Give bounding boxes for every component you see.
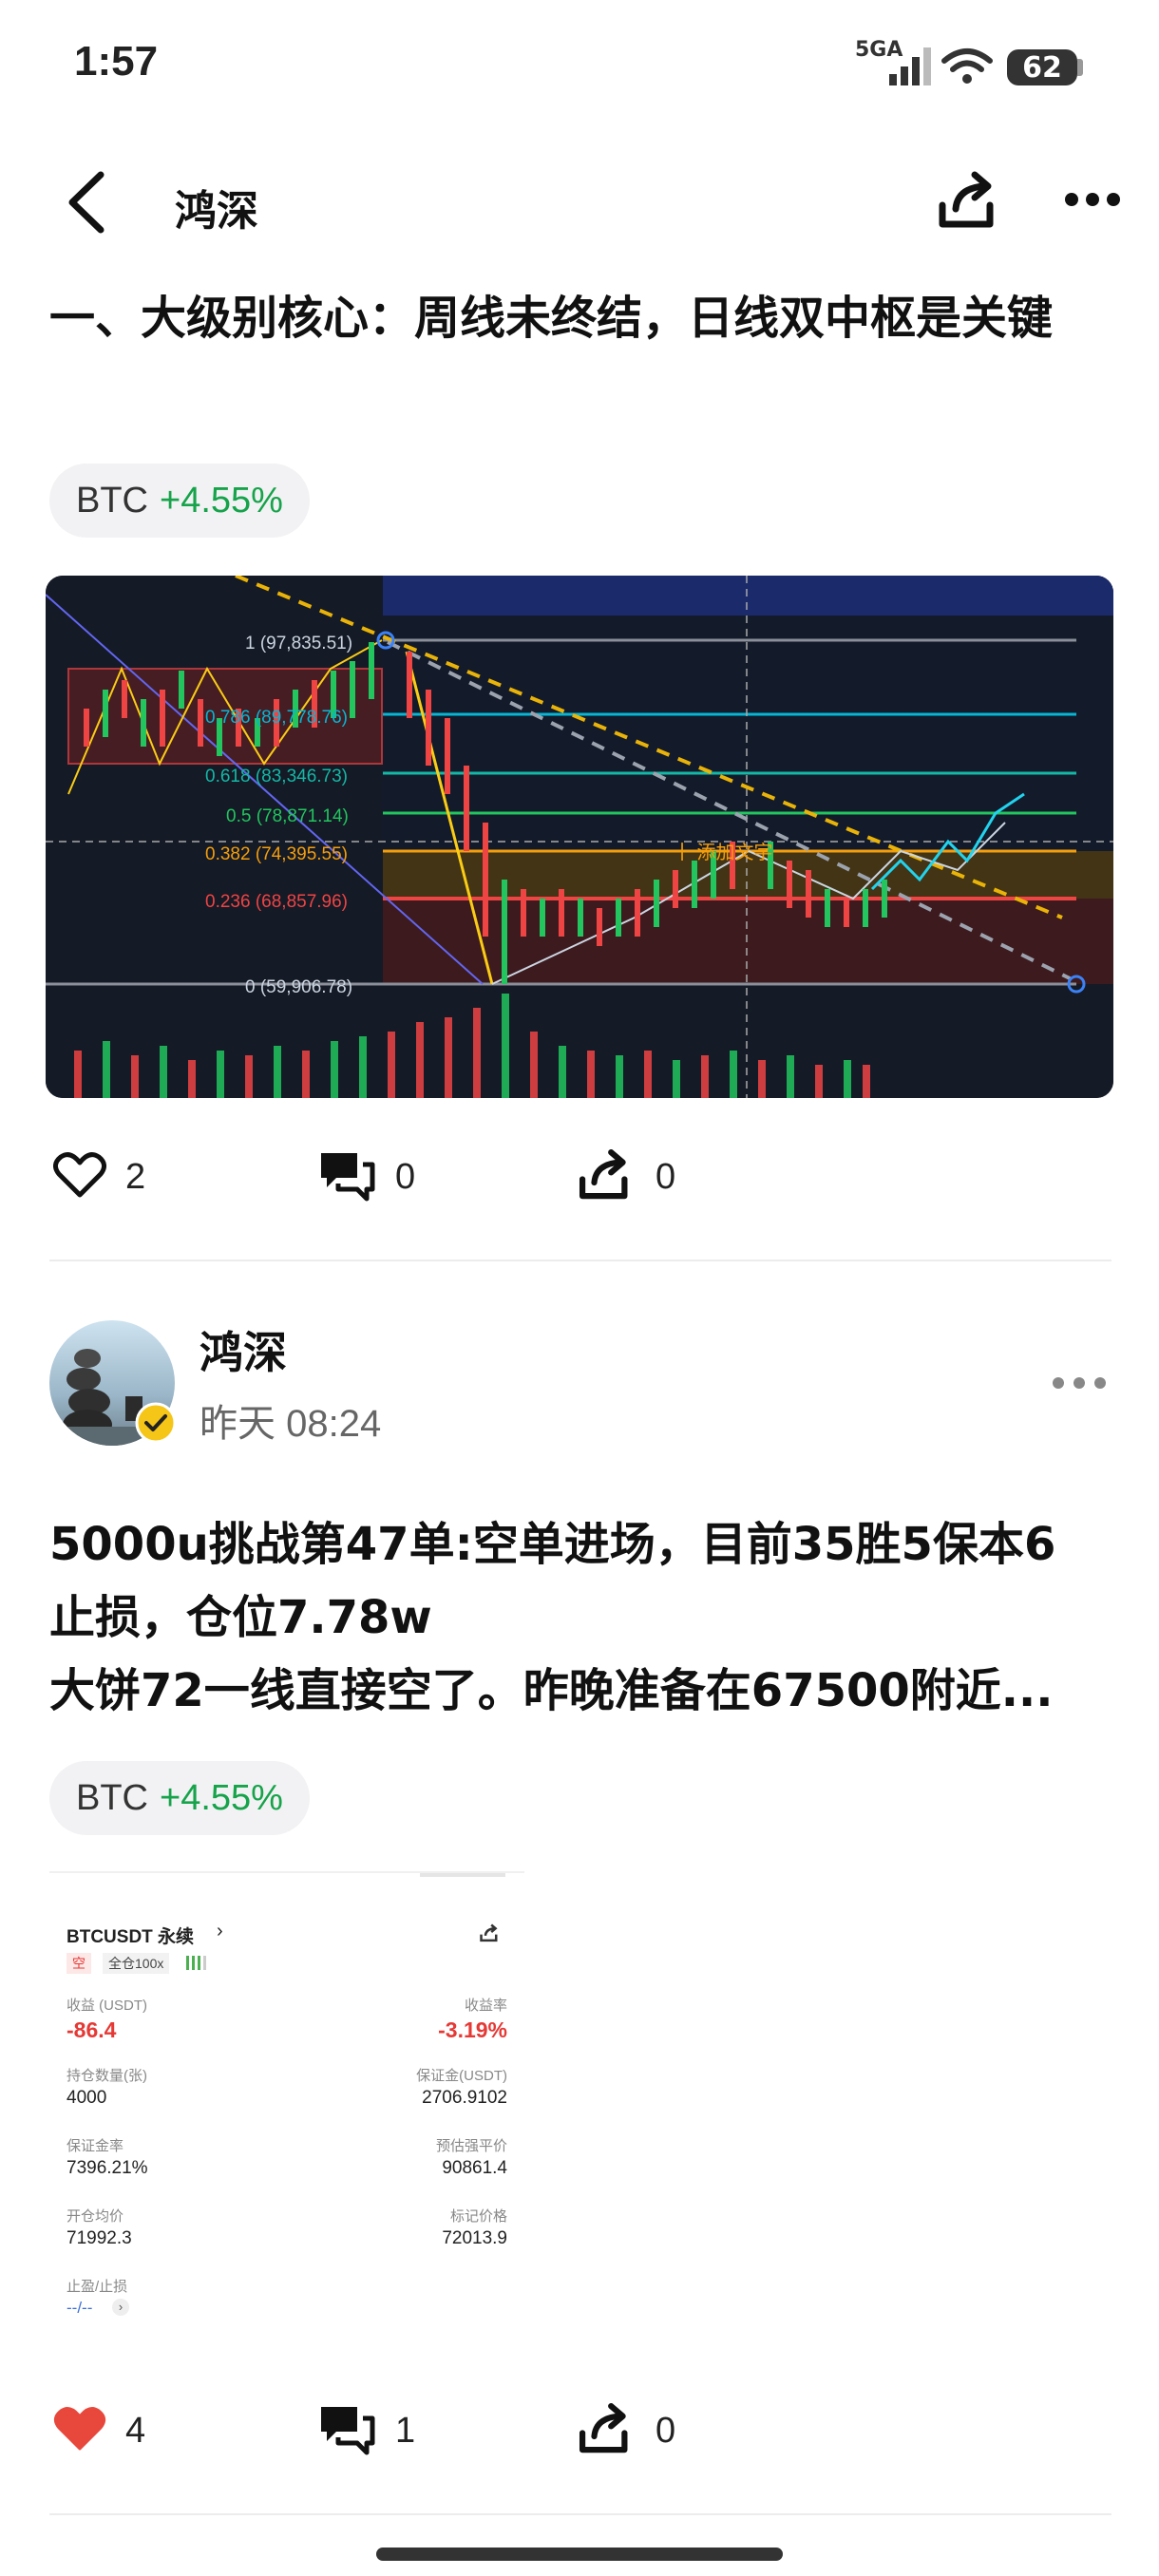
like-count: 4: [125, 2411, 146, 2451]
tpsl-label: 止盈/止损: [66, 2279, 128, 2295]
tag-change: +4.55%: [160, 1777, 283, 1818]
post-line: 5000u挑战第47单:空单进场，目前35胜5保本6: [49, 1518, 1056, 1571]
fib-label-618: 0.618 (83,346.73): [205, 767, 348, 786]
back-icon[interactable]: [63, 169, 110, 236]
post-more-icon[interactable]: [1051, 1372, 1108, 1394]
fib-label-786: 0.786 (89,778.76): [205, 708, 348, 728]
post-body[interactable]: 5000u挑战第47单:空单进场，目前35胜5保本6 止损，仓位7.78w 大饼…: [49, 1508, 1123, 1728]
share-count: 0: [656, 1157, 676, 1197]
more-icon[interactable]: [1064, 188, 1121, 211]
status-time: 1:57: [74, 38, 159, 85]
margin-label: 保证金(USDT): [416, 2068, 507, 2084]
leverage-badge: 全仓100x: [103, 1953, 170, 1974]
post-line: 止损，仓位7.78w: [49, 1591, 432, 1644]
post-time: 昨天 08:24: [200, 1403, 382, 1445]
tpsl-value: --/--: [66, 2299, 93, 2317]
tag-change: +4.55%: [160, 480, 283, 521]
tag-symbol: BTC: [76, 1777, 148, 1818]
comment-icon[interactable]: [317, 1149, 376, 1204]
entry-value: 71992.3: [66, 2228, 132, 2248]
article-chart-image[interactable]: 1 (97,835.51) 0.786 (89,778.76) 0.618 (8…: [46, 576, 1113, 1098]
signal-bars-icon: [186, 1956, 206, 1970]
pair-name: BTCUSDT 永续: [66, 1927, 195, 1947]
qty-label: 持仓数量(张): [66, 2068, 147, 2084]
signal-icon: [889, 47, 931, 85]
fib-label-5: 0.5 (78,871.14): [226, 806, 349, 826]
divider: [49, 1260, 1112, 1261]
mark-value: 72013.9: [442, 2228, 507, 2248]
verified-badge-icon: [135, 1402, 177, 1444]
share-icon: [480, 1923, 498, 1942]
comment-count: 0: [395, 1157, 416, 1197]
coin-tag[interactable]: BTC +4.55%: [49, 464, 310, 538]
tag-symbol: BTC: [76, 480, 148, 521]
post-line: 大饼72一线直接空了。昨晚准备在67500附近...: [49, 1664, 1054, 1717]
pnl-label: 收益 (USDT): [66, 1998, 147, 2014]
chart-overlay-text: 十 添加文字: [673, 842, 773, 863]
repost-icon[interactable]: [576, 1146, 635, 1204]
entry-label: 开仓均价: [66, 2208, 124, 2225]
heart-filled-icon[interactable]: [53, 2405, 106, 2453]
post-coin-tag[interactable]: BTC +4.55%: [49, 1761, 310, 1835]
margin-value: 2706.9102: [422, 2088, 507, 2108]
like-count: 2: [125, 1157, 146, 1197]
fib-label-1: 1 (97,835.51): [245, 634, 352, 653]
margin-ratio-value: 7396.21%: [66, 2158, 148, 2178]
battery-indicator: 62: [1007, 49, 1077, 85]
mark-label: 标记价格: [449, 2208, 507, 2225]
chevron-right-icon: ›: [217, 1921, 223, 1941]
pnl-value: -86.4: [66, 2017, 117, 2042]
home-indicator[interactable]: [376, 2548, 783, 2561]
comment-icon[interactable]: [317, 2403, 376, 2458]
comment-count: 1: [395, 2411, 416, 2451]
fib-label-0: 0 (59,906.78): [245, 977, 352, 997]
wifi-icon: [941, 48, 993, 84]
battery-tip: [1077, 59, 1083, 76]
chevron-right-icon: ›: [112, 2299, 129, 2316]
heart-icon[interactable]: [53, 1151, 106, 1199]
roi-label: 收益率: [464, 1998, 507, 2014]
side-badge: 空: [66, 1953, 91, 1974]
fib-label-236: 0.236 (68,857.96): [205, 892, 348, 912]
share-count: 0: [656, 2411, 676, 2451]
article-heading: 一、大级别核心：周线未终结，日线双中枢是关键: [49, 292, 1054, 345]
repost-icon[interactable]: [576, 2399, 635, 2458]
nav-title: 鸿深: [175, 187, 258, 236]
divider: [49, 2513, 1112, 2515]
fib-label-382: 0.382 (74,395.55): [205, 844, 348, 864]
share-icon[interactable]: [935, 167, 1001, 234]
margin-ratio-label: 保证金率: [66, 2138, 124, 2154]
liq-value: 90861.4: [442, 2158, 507, 2178]
post-trade-screenshot[interactable]: BTCUSDT 永续 › 空 全仓100x 收益 (USDT) 收益率 -86.…: [49, 1871, 524, 2356]
qty-value: 4000: [66, 2088, 107, 2108]
roi-value: -3.19%: [438, 2017, 507, 2042]
author-name[interactable]: 鸿深: [200, 1318, 287, 1381]
liq-label: 预估强平价: [435, 2138, 507, 2154]
